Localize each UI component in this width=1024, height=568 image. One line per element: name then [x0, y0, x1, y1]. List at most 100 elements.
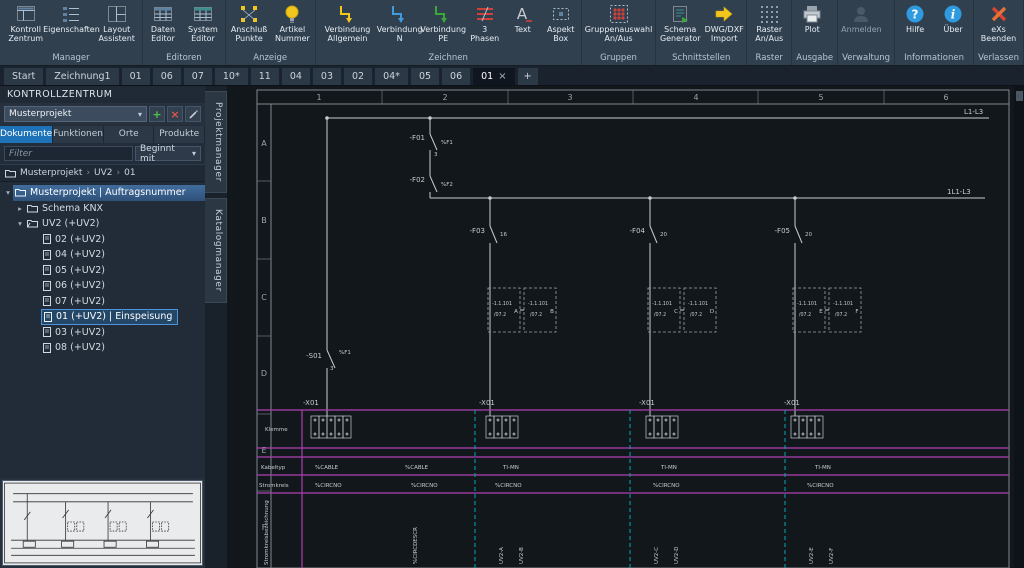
add-project-button[interactable]: +	[149, 106, 165, 122]
verbindung-pe-label: Verbindung PE	[420, 26, 466, 44]
dwg-dxf-import-button[interactable]: DWG/DXF Import	[703, 1, 745, 45]
raster-button[interactable]: Raster An/Aus	[748, 1, 790, 45]
expander-icon[interactable]: ▾	[15, 219, 25, 228]
doc-tab[interactable]: 06	[152, 67, 182, 85]
tree-item-uv2[interactable]: ▾ UV2 (+UV2)	[0, 216, 205, 232]
doc-tab[interactable]: 02	[343, 67, 373, 85]
kontrollzentrum-button[interactable]: Kontroll Zentrum	[1, 1, 50, 45]
schema-generator-button[interactable]: Schema Generator	[657, 1, 703, 45]
tab-orte[interactable]: Orte	[104, 126, 155, 143]
svg-text:-1.1.101: -1.1.101	[797, 301, 817, 307]
verbindung-allgemein-button[interactable]: Verbindung Allgemein	[317, 1, 379, 45]
doc-tab[interactable]: 06	[441, 67, 471, 85]
filter-input[interactable]	[4, 146, 133, 161]
expander-icon[interactable]: ▾	[3, 188, 13, 197]
layout-assistent-button[interactable]: Layout Assistent	[92, 1, 140, 45]
text-button[interactable]: A Text	[504, 1, 542, 36]
artikelnummer-button[interactable]: Artikel Nummer	[271, 1, 313, 45]
anschlusspunkte-button[interactable]: Anschluß Punkte	[227, 1, 271, 45]
breadcrumb-segment[interactable]: UV2	[94, 168, 112, 178]
tree-item-doc[interactable]: 05 (+UV2)	[0, 263, 205, 279]
tree-item-label: 06 (+UV2)	[55, 280, 105, 291]
doc-tab[interactable]: 11	[250, 67, 280, 85]
right-panel-strip[interactable]	[1014, 86, 1024, 568]
edit-project-button[interactable]	[185, 106, 201, 122]
svg-text:-1.1.101: -1.1.101	[652, 301, 672, 307]
breadcrumb-segment[interactable]: Musterprojekt	[20, 168, 82, 178]
document-icon	[43, 296, 51, 306]
tree-item-root[interactable]: ▾ Musterprojekt | Auftragsnummer	[0, 185, 205, 201]
filter-mode-select[interactable]: Beginnt mit ▾	[135, 146, 201, 161]
chevron-down-icon: ▾	[138, 110, 142, 119]
daten-editor-button[interactable]: Daten Editor	[144, 1, 182, 45]
svg-text:-1.1.101: -1.1.101	[528, 301, 548, 307]
tree-item-doc-current[interactable]: 01 (+UV2) | Einspeisung	[0, 309, 205, 325]
expander-icon[interactable]: ▸	[15, 204, 25, 213]
svg-text:i: i	[951, 8, 956, 22]
doc-tab[interactable]: 03	[312, 67, 342, 85]
tree-item-label: 01 (+UV2) | Einspeisung	[56, 311, 172, 322]
f05-label: -F05	[775, 227, 790, 235]
folder-icon	[15, 188, 26, 197]
system-editor-button[interactable]: System Editor	[182, 1, 224, 45]
breadcrumb-segment[interactable]: 01	[124, 168, 135, 178]
doc-tab[interactable]: 04*	[374, 67, 409, 85]
ueber-icon: i	[942, 2, 964, 26]
gruppenauswahl-button[interactable]: Gruppenauswahl An/Aus	[583, 1, 655, 45]
ueber-button[interactable]: i Über	[934, 1, 972, 36]
anmelden-icon	[850, 2, 872, 26]
ribbon-group-informationen: ? Hilfe i Über Informationen	[895, 0, 974, 65]
doc-tab[interactable]: 10*	[214, 67, 249, 85]
doc-tab[interactable]: 01	[121, 67, 151, 85]
aspekt-box-button[interactable]: Aspekt Box	[542, 1, 580, 45]
preview-thumbnail[interactable]	[2, 480, 203, 566]
ribbon-group-gruppen: Gruppenauswahl An/Aus Gruppen	[582, 0, 657, 65]
verbindung-n-button[interactable]: Verbindung N	[379, 1, 421, 45]
tree-item-doc[interactable]: 08 (+UV2)	[0, 340, 205, 356]
project-row: Musterprojekt ▾ + ×	[0, 103, 205, 125]
verbindung-pe-button[interactable]: Verbindung PE	[421, 1, 466, 45]
panel-title: KONTROLLZENTRUM	[0, 86, 205, 103]
tree-item-doc[interactable]: 03 (+UV2)	[0, 325, 205, 341]
drawing-canvas[interactable]: 1 2 3 4 5 6 A B C D E F	[227, 86, 1014, 568]
tree-item-doc[interactable]: 04 (+UV2)	[0, 247, 205, 263]
drei-phasen-button[interactable]: 3 Phasen	[466, 1, 504, 45]
doc-tab[interactable]: 05	[410, 67, 440, 85]
doc-tab[interactable]: Zeichnung1	[45, 67, 119, 85]
f05-rating: 20	[805, 232, 812, 238]
tab-dokumente[interactable]: Dokumente	[0, 126, 53, 143]
tab-funktionen[interactable]: Funktionen	[53, 126, 104, 143]
doc-tab[interactable]: 04	[281, 67, 311, 85]
tree-item-label: 02 (+UV2)	[55, 234, 105, 245]
ribbon-group-raster: Raster An/Aus Raster	[747, 0, 792, 65]
doc-tab-active[interactable]: 01 ×	[472, 67, 515, 85]
aspekt-box-label: Aspekt Box	[544, 26, 578, 44]
tree-item-doc[interactable]: 02 (+UV2)	[0, 232, 205, 248]
doc-tab-start[interactable]: Start	[3, 67, 44, 85]
hilfe-button[interactable]: ? Hilfe	[896, 1, 934, 36]
tab-produkte[interactable]: Produkte	[154, 126, 205, 143]
tree-item-schema-knx[interactable]: ▸ Schema KNX	[0, 201, 205, 217]
breadcrumb-separator: ›	[86, 168, 90, 178]
close-tab-icon[interactable]: ×	[498, 71, 506, 82]
control-center-panel: KONTROLLZENTRUM Musterprojekt ▾ + × Doku…	[0, 86, 205, 568]
new-tab-button[interactable]: +	[517, 67, 539, 85]
x01-label: -X01	[784, 399, 800, 407]
svg-text:%CIRCNO: %CIRCNO	[315, 483, 342, 489]
tree-item-doc[interactable]: 07 (+UV2)	[0, 294, 205, 310]
exs-beenden-button[interactable]: eXs Beenden	[975, 1, 1022, 45]
tree-item-content: UV2 (+UV2)	[25, 216, 104, 232]
panel-expander-icon[interactable]	[1016, 91, 1023, 101]
eigenschaften-button[interactable]: Eigenschaften	[50, 1, 92, 36]
project-select[interactable]: Musterprojekt ▾	[4, 106, 147, 122]
anmelden-button[interactable]: Anmelden	[839, 1, 884, 36]
component-labels: -F01 %F1 3 -F02 %F2 -F03 16 -F04 20 -F05…	[303, 134, 812, 407]
plot-button[interactable]: Plot	[793, 1, 831, 36]
tree-item-doc[interactable]: 06 (+UV2)	[0, 278, 205, 294]
anmelden-label: Anmelden	[841, 26, 882, 35]
ribbon-group-label: Schnittstellen	[657, 52, 745, 65]
tab-katalogmanager[interactable]: Katalogmanager	[205, 198, 227, 303]
delete-project-button[interactable]: ×	[167, 106, 183, 122]
doc-tab[interactable]: 07	[183, 67, 213, 85]
tab-projektmanager[interactable]: Projektmanager	[205, 91, 227, 193]
